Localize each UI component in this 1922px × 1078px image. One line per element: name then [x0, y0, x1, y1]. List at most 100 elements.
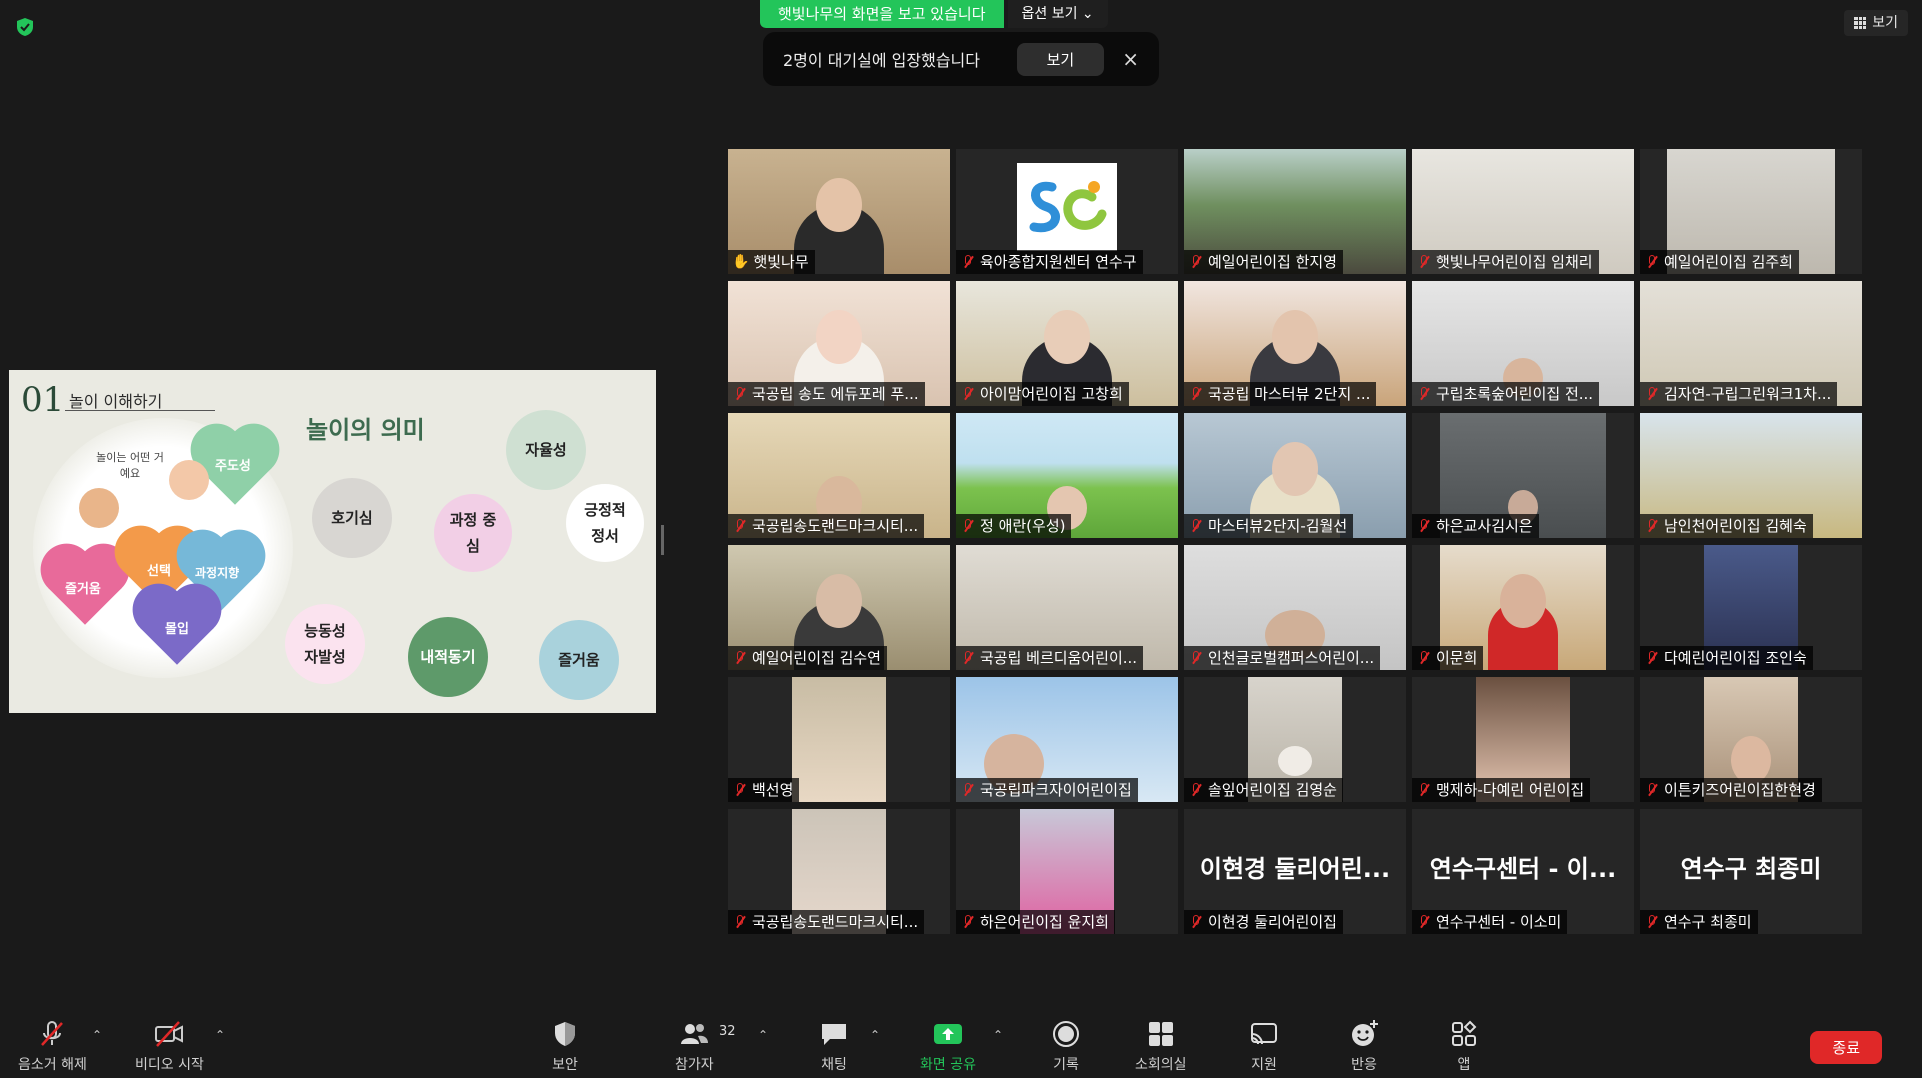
share-status-text: 햇빛나무의 화면을 보고 있습니다 — [760, 0, 1004, 28]
participant-tile[interactable]: 햇빛나무어린이집 임채리 — [1412, 149, 1634, 274]
apps-icon — [1452, 1020, 1477, 1046]
participant-tile[interactable]: 국공립 송도 에듀포레 푸... — [728, 281, 950, 406]
participant-name-tag: 국공립 송도 에듀포레 푸... — [728, 382, 925, 406]
record-label: 기록 — [1053, 1057, 1079, 1073]
participant-tile[interactable]: 이튼키즈어린이집한현경 — [1640, 677, 1862, 802]
participant-name: 아이맘어린이집 고창희 — [980, 385, 1123, 403]
unmute-button[interactable]: 음소거 해제 — [18, 1010, 87, 1074]
split-view-resize-handle[interactable] — [661, 525, 664, 555]
chevron-up-icon[interactable]: ⌃ — [993, 1028, 1003, 1042]
participant-tile[interactable]: 하은어린이집 윤지희 — [956, 809, 1178, 934]
participant-name-tag: 예일어린이집 김수연 — [728, 646, 887, 670]
view-mode-button[interactable]: 보기 — [1844, 10, 1908, 36]
waiting-room-view-button[interactable]: 보기 — [1016, 42, 1105, 76]
participant-name-tag: 이튼키즈어린이집한현경 — [1640, 778, 1822, 802]
breakout-rooms-button[interactable]: 소회의실 — [1135, 1010, 1187, 1074]
participant-tile[interactable]: 정 애란(우성) — [956, 413, 1178, 538]
share-screen-button[interactable]: 화면 공유 — [920, 1010, 976, 1074]
participant-display-name: 이현경 둘리어린... — [1199, 855, 1391, 883]
participant-gallery: ✋ 햇빛나무 육아종합지원센터 연수구 예일어린이집 한지영 햇빛나무어린이집 … — [728, 149, 1862, 934]
chevron-up-icon[interactable]: ⌃ — [92, 1028, 102, 1042]
reactions-button[interactable]: 반응 — [1348, 1010, 1380, 1074]
participant-tile[interactable]: 구립초록숲어린이집 전... — [1412, 281, 1634, 406]
chevron-up-icon[interactable]: ⌃ — [870, 1028, 880, 1042]
participant-tile[interactable]: 국공립파크자이어린이집 — [956, 677, 1178, 802]
participant-tile[interactable]: 솔잎어린이집 김영순 — [1184, 677, 1406, 802]
participant-tile[interactable]: 아이맘어린이집 고창희 — [956, 281, 1178, 406]
participant-name-tag: ✋ 햇빛나무 — [728, 250, 815, 274]
person-head — [1272, 310, 1318, 364]
participant-tile[interactable]: 국공립 베르디움어린이... — [956, 545, 1178, 670]
participant-name: 예일어린이집 김수연 — [752, 649, 881, 667]
heart-label: 몰입 — [165, 622, 189, 637]
participant-name-tag: 마스터뷰2단지-김월선 — [1184, 514, 1354, 538]
participant-tile[interactable]: 국공립송도랜드마크시티... — [728, 413, 950, 538]
participant-name-tag: 국공립송도랜드마크시티... — [728, 514, 925, 538]
participant-name-tag: 이문희 — [1412, 646, 1484, 670]
participant-tile[interactable]: 예일어린이집 김수연 — [728, 545, 950, 670]
participant-name-tag: 국공립파크자이어린이집 — [956, 778, 1138, 802]
mask-face — [1278, 746, 1312, 776]
security-button[interactable]: 보안 — [549, 1010, 581, 1074]
muted-mic-icon — [1416, 914, 1432, 930]
whiteboard-label: 지원 — [1251, 1057, 1277, 1073]
bubble-positive-emotion: 긍정적 정서 — [566, 484, 644, 562]
participant-name: 하은어린이집 윤지희 — [980, 913, 1109, 931]
participant-tile[interactable]: 육아종합지원센터 연수구 — [956, 149, 1178, 274]
record-button[interactable]: 기록 — [1050, 1010, 1082, 1074]
participant-tile[interactable]: 국공립 마스터뷰 2단지 ... — [1184, 281, 1406, 406]
muted-mic-icon — [1188, 254, 1204, 270]
chat-button[interactable]: 채팅 — [818, 1010, 850, 1074]
muted-mic-icon — [1416, 782, 1432, 798]
participant-name: 국공립송도랜드마크시티... — [752, 913, 919, 931]
participant-tile[interactable]: 인천글로벌캠퍼스어린이... — [1184, 545, 1406, 670]
participant-tile[interactable]: 이문희 — [1412, 545, 1634, 670]
muted-mic-icon — [1416, 650, 1432, 666]
participant-tile[interactable]: 예일어린이집 김주희 — [1640, 149, 1862, 274]
security-label: 보안 — [552, 1057, 578, 1073]
participant-tile[interactable]: 맹제하-다예린 어린이집 — [1412, 677, 1634, 802]
share-screen-label: 화면 공유 — [920, 1057, 976, 1073]
participant-tile[interactable]: 다예린어린이집 조인숙 — [1640, 545, 1862, 670]
illustration-caption: 놀이는 어떤 거예요 — [96, 451, 164, 480]
participant-tile[interactable]: 남인천어린이집 김혜숙 — [1640, 413, 1862, 538]
apps-button[interactable]: 앱 — [1448, 1010, 1480, 1074]
muted-mic-icon — [732, 650, 748, 666]
participant-name-tag: 이현경 둘리어린이집 — [1184, 910, 1343, 934]
participant-tile[interactable]: ✋ 햇빛나무 — [728, 149, 950, 274]
start-video-button[interactable]: 비디오 시작 — [135, 1010, 204, 1074]
participant-tile[interactable]: 국공립송도랜드마크시티... — [728, 809, 950, 934]
meeting-toolbar: 음소거 해제 ⌃ 비디오 시작 ⌃ 보안 참가자 32 ⌃ 채팅 ⌃ 화면 공유… — [0, 1010, 1922, 1078]
muted-mic-icon — [732, 914, 748, 930]
participant-tile[interactable]: 마스터뷰2단지-김월선 — [1184, 413, 1406, 538]
participant-name: 국공립 마스터뷰 2단지 ... — [1208, 385, 1371, 403]
participant-tile[interactable]: 연수구 최종미 연수구 최종미 — [1640, 809, 1862, 934]
participant-name: 이튼키즈어린이집한현경 — [1664, 781, 1816, 799]
muted-mic-icon — [1644, 650, 1660, 666]
view-options-button[interactable]: 옵션 보기 ⌄ — [1007, 0, 1108, 28]
participant-name: 예일어린이집 한지영 — [1208, 253, 1337, 271]
participants-button[interactable]: 참가자 — [675, 1010, 714, 1074]
participant-name: 솔잎어린이집 김영순 — [1208, 781, 1337, 799]
bubble-joy: 즐거움 — [539, 620, 619, 700]
muted-mic-icon — [732, 386, 748, 402]
participant-tile[interactable]: 김자연-구립그린워크1차... — [1640, 281, 1862, 406]
chevron-up-icon[interactable]: ⌃ — [758, 1028, 768, 1042]
participant-tile[interactable]: 연수구센터 - 이... 연수구센터 - 이소미 — [1412, 809, 1634, 934]
close-icon[interactable]: × — [1122, 47, 1139, 71]
muted-mic-icon — [1644, 386, 1660, 402]
participant-tile[interactable]: 예일어린이집 한지영 — [1184, 149, 1406, 274]
muted-mic-icon — [1644, 518, 1660, 534]
participant-name-tag: 하은교사김시은 — [1412, 514, 1539, 538]
participant-tile[interactable]: 백선영 — [728, 677, 950, 802]
whiteboard-button[interactable]: 지원 — [1248, 1010, 1280, 1074]
participant-tile[interactable]: 하은교사김시은 — [1412, 413, 1634, 538]
shield-icon — [555, 1022, 575, 1046]
participant-name-tag: 김자연-구립그린워크1차... — [1640, 382, 1838, 406]
child-illustration — [169, 460, 209, 500]
person-head — [816, 310, 862, 364]
chevron-up-icon[interactable]: ⌃ — [215, 1028, 225, 1042]
end-meeting-button[interactable]: 종료 — [1810, 1031, 1882, 1064]
participant-tile[interactable]: 이현경 둘리어린... 이현경 둘리어린이집 — [1184, 809, 1406, 934]
encryption-shield-icon[interactable] — [14, 16, 36, 38]
